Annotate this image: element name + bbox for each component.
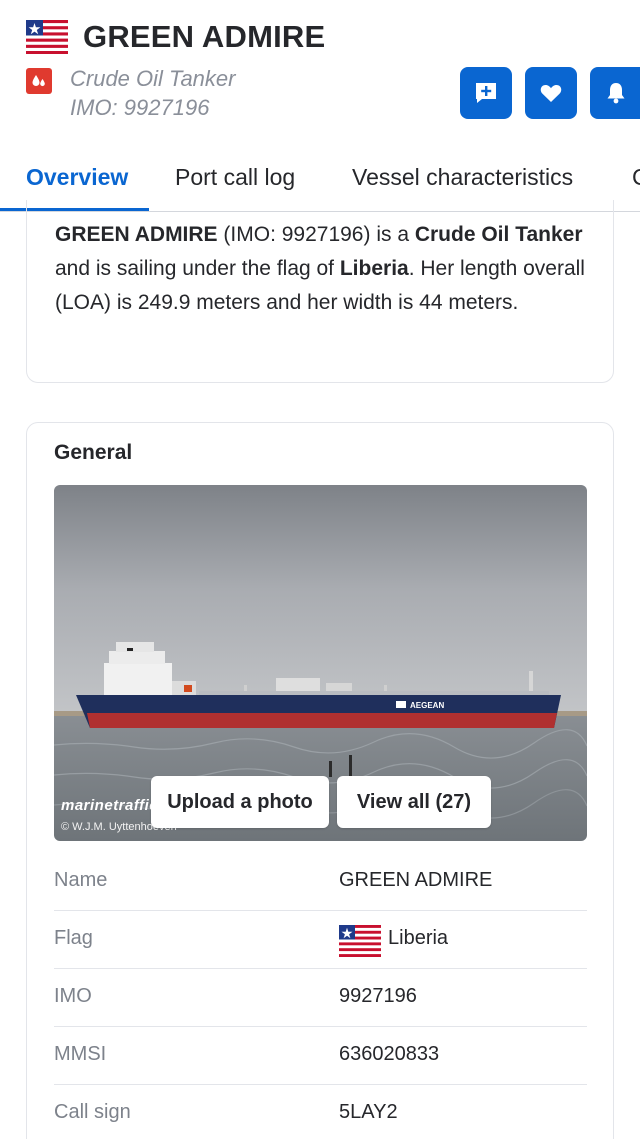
tab-port-call-log[interactable]: Port call log [175, 164, 295, 191]
heart-icon [540, 84, 562, 102]
detail-value: Liberia [388, 927, 449, 949]
summary-card: GREEN ADMIRE (IMO: 9927196) is a Crude O… [26, 200, 614, 383]
notifications-button[interactable] [590, 67, 640, 119]
bell-icon [607, 83, 625, 104]
vessel-type-badge [26, 68, 52, 94]
detail-value: 5LAY2 [339, 1101, 398, 1123]
general-section-title: General [54, 441, 133, 464]
vessel-imo: IMO: 9927196 [70, 95, 210, 120]
hull-branding: AEGEAN [410, 701, 444, 710]
detail-value: GREEN ADMIRE [339, 869, 493, 891]
summary-flag: Liberia [339, 257, 409, 280]
detail-row-mmsi: MMSI 636020833 [54, 1027, 587, 1085]
add-note-button[interactable] [460, 67, 512, 119]
summary-part2: and is sailing under the flag of [55, 257, 340, 280]
detail-row-name: Name GREEN ADMIRE [54, 853, 587, 911]
detail-value: 9927196 [339, 985, 417, 1007]
tab-overflow[interactable]: C [632, 164, 640, 191]
general-card: General AEGEAN marinetraffic © W.J.M. Uy… [26, 422, 614, 1139]
detail-label: Call sign [54, 1101, 131, 1123]
vessel-name-title: GREEN ADMIRE [83, 19, 326, 54]
detail-row-call-sign: Call sign 5LAY2 [54, 1085, 587, 1139]
tab-vessel-characteristics[interactable]: Vessel characteristics [352, 164, 573, 191]
summary-name: GREEN ADMIRE [55, 223, 218, 246]
tab-overview[interactable]: Overview [26, 164, 128, 191]
detail-label: Flag [54, 927, 93, 949]
vessel-header: GREEN ADMIRE Crude Oil Tanker IMO: 99271… [0, 0, 640, 140]
photo-watermark: marinetraffic [61, 797, 159, 814]
oil-drop-icon [32, 75, 45, 87]
detail-label: IMO [54, 985, 92, 1007]
detail-value: 636020833 [339, 1043, 440, 1065]
liberia-flag-icon [26, 20, 68, 54]
summary-type: Crude Oil Tanker [414, 223, 583, 246]
detail-row-flag: Flag Liberia [54, 911, 587, 969]
detail-label: MMSI [54, 1043, 107, 1065]
vessel-photo[interactable]: AEGEAN marinetraffic © W.J.M. Uyttenhoev… [54, 485, 587, 841]
upload-photo-button[interactable]: Upload a photo [151, 776, 329, 828]
detail-label: Name [54, 869, 108, 891]
vessel-type: Crude Oil Tanker [70, 66, 236, 91]
favorite-button[interactable] [525, 67, 577, 119]
view-all-photos-button[interactable]: View all (27) [337, 776, 491, 828]
add-note-icon [476, 83, 496, 103]
detail-row-imo: IMO 9927196 [54, 969, 587, 1027]
vessel-summary: GREEN ADMIRE (IMO: 9927196) is a Crude O… [55, 218, 585, 320]
liberia-flag-icon [339, 925, 381, 957]
summary-part1: (IMO: 9927196) is a [217, 223, 415, 246]
